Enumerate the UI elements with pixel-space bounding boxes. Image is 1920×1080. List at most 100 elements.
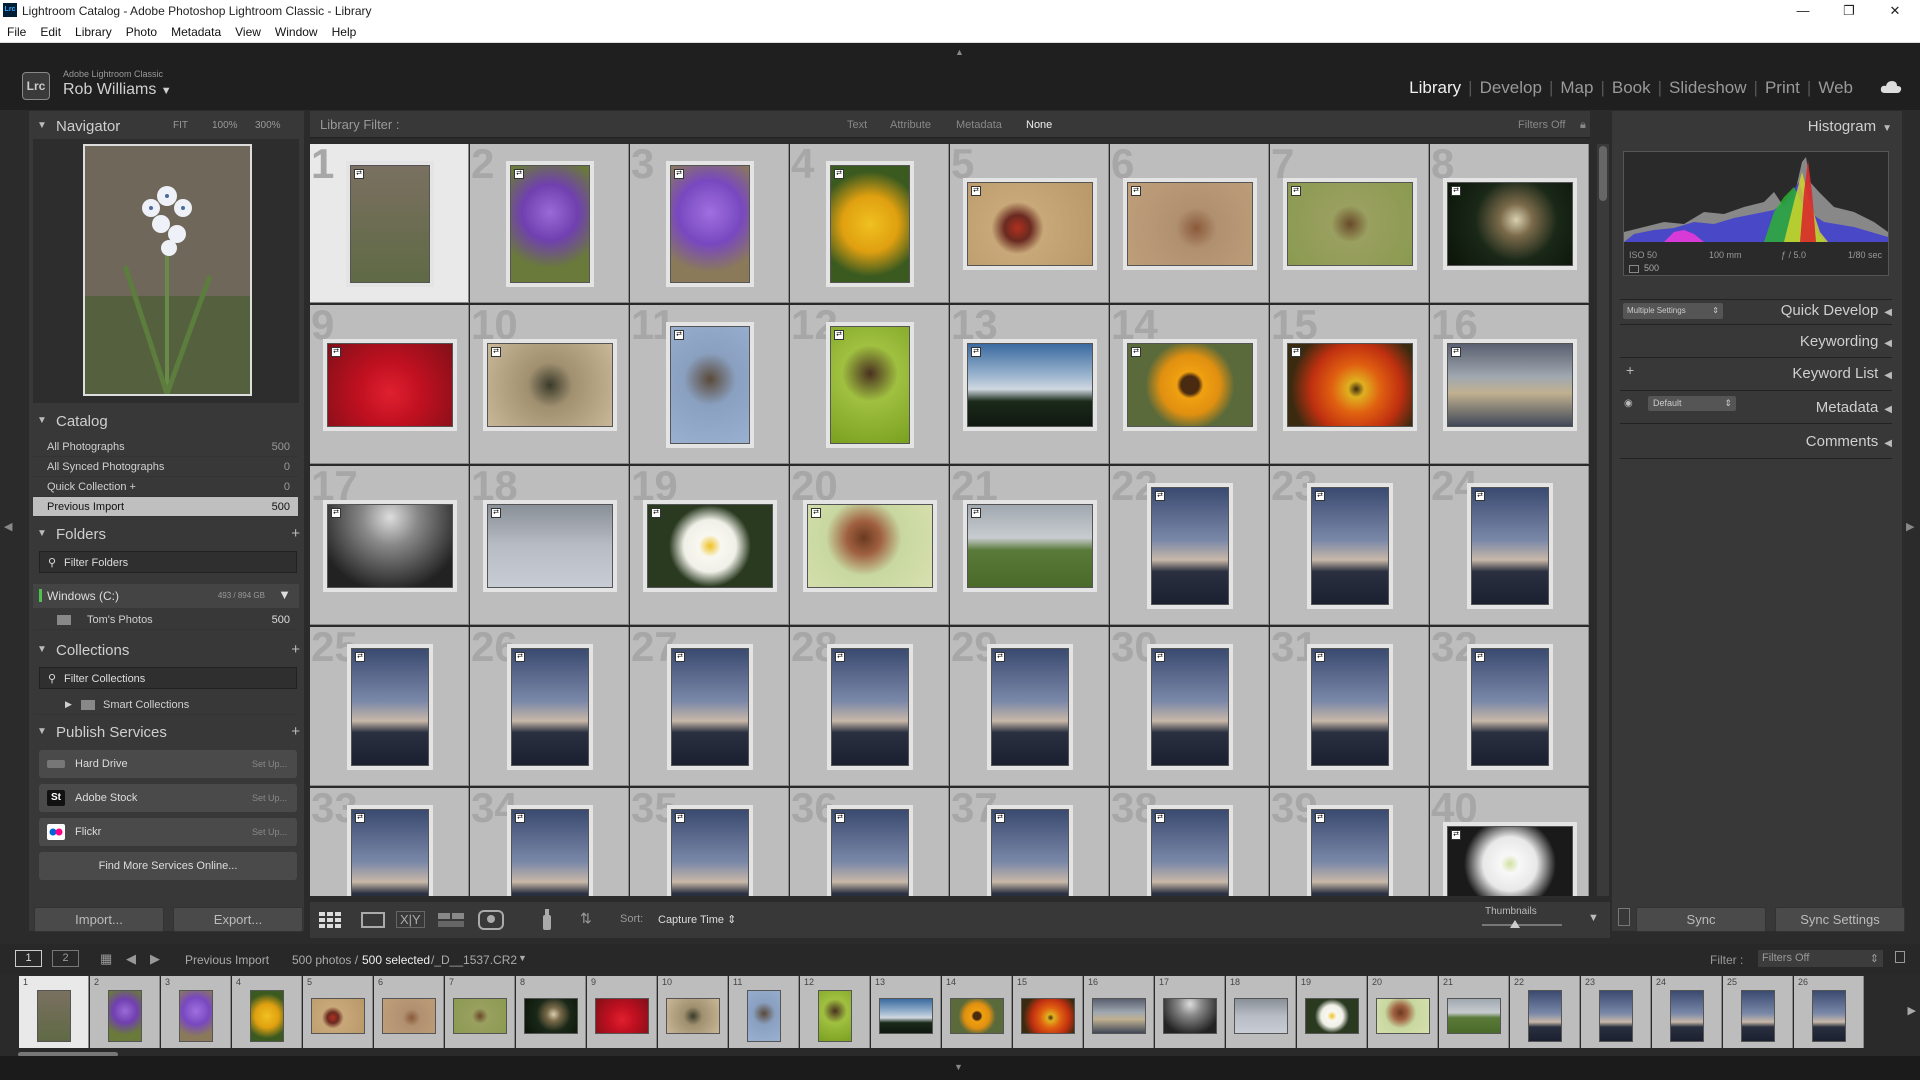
filmstrip-cell[interactable]: 24	[1652, 976, 1722, 1048]
right-panel-toggle-icon[interactable]: ▶	[1906, 520, 1914, 533]
menu-library[interactable]: Library	[68, 22, 119, 39]
filmstrip-thumbnail[interactable]	[1447, 998, 1501, 1034]
thumbnail-image[interactable]	[487, 343, 613, 427]
menu-window[interactable]: Window	[268, 22, 325, 39]
grid-cell[interactable]: 11 ⇄	[630, 305, 789, 464]
grid-cell[interactable]: 18 ⇄	[470, 466, 629, 625]
navigator-header[interactable]: ▼ Navigator FIT 100% 300%	[29, 114, 304, 140]
folders-header[interactable]: ▼ Folders +	[29, 522, 304, 548]
menu-edit[interactable]: Edit	[33, 22, 68, 39]
lock-icon[interactable]: 🔒︎	[1580, 119, 1586, 132]
thumbnail-image[interactable]	[327, 504, 453, 588]
auto-sync-switch[interactable]	[1618, 908, 1630, 926]
thumbnail-image[interactable]	[1127, 343, 1253, 427]
grid-cell[interactable]: 37 ⇄	[950, 788, 1109, 896]
folder-row[interactable]: Tom's Photos 500	[33, 610, 298, 630]
navigator-preview[interactable]	[83, 144, 252, 396]
thumbnail-image[interactable]	[510, 165, 590, 283]
filter-folders-field[interactable]: ⚲ Filter Folders	[39, 551, 297, 573]
module-book[interactable]: Book	[1605, 78, 1658, 97]
filter-none-tab[interactable]: None	[1026, 119, 1052, 131]
filmstrip-cell[interactable]: 7	[445, 976, 515, 1048]
filmstrip-filter-select[interactable]: Filters Off ⇕	[1758, 950, 1883, 967]
sync-button[interactable]: Sync	[1636, 907, 1766, 932]
filmstrip-cell[interactable]: 10	[658, 976, 728, 1048]
module-web[interactable]: Web	[1811, 78, 1860, 97]
publish-services-header[interactable]: ▼ Publish Services +	[29, 720, 304, 746]
filmstrip-cell[interactable]: 14	[942, 976, 1012, 1048]
compare-view-icon[interactable]: X|Y	[396, 911, 425, 928]
disclosure-triangle-icon[interactable]: ▶	[65, 699, 72, 710]
catalog-header[interactable]: ▼ Catalog	[29, 409, 304, 435]
thumbnail-image[interactable]	[967, 343, 1093, 427]
grid-cell[interactable]: 6 ⇄	[1110, 144, 1269, 303]
grid-cell[interactable]: 25 ⇄	[310, 627, 469, 786]
filter-metadata-tab[interactable]: Metadata	[956, 119, 1002, 131]
smart-collections-row[interactable]: ▶ Smart Collections	[33, 695, 298, 715]
filmstrip-cell[interactable]: 8	[516, 976, 586, 1048]
filmstrip-thumbnail[interactable]	[879, 998, 933, 1034]
grid-cell[interactable]: 15 ⇄	[1270, 305, 1429, 464]
catalog-item-selected[interactable]: Previous Import 500	[33, 497, 298, 517]
identity-user[interactable]: Rob Williams ▼	[63, 81, 172, 99]
grid-cell[interactable]: 19 ⇄	[630, 466, 789, 625]
restore-icon[interactable]: ❐	[1826, 0, 1872, 22]
slider-handle[interactable]	[1510, 920, 1520, 928]
left-panel-toggle-icon[interactable]: ◀	[4, 520, 12, 533]
menu-file[interactable]: File	[0, 22, 33, 39]
filmstrip-thumbnail[interactable]	[250, 990, 284, 1042]
filmstrip-thumbnail[interactable]	[1163, 998, 1217, 1034]
module-slideshow[interactable]: Slideshow	[1662, 78, 1754, 97]
saved-preset-select[interactable]: Multiple Settings ⇕	[1623, 303, 1723, 319]
filmstrip-thumbnail[interactable]	[818, 990, 852, 1042]
loupe-view-icon[interactable]	[360, 911, 388, 929]
publish-hard-drive[interactable]: Hard Drive Set Up...	[39, 750, 297, 778]
zoom-300[interactable]: 300%	[255, 120, 281, 131]
filmstrip-thumbnail[interactable]	[1376, 998, 1430, 1034]
filmstrip-cell[interactable]: 22	[1510, 976, 1580, 1048]
grid-cell[interactable]: 20 ⇄	[790, 466, 949, 625]
grid-cell[interactable]: 30 ⇄	[1110, 627, 1269, 786]
filter-attribute-tab[interactable]: Attribute	[890, 119, 931, 131]
zoom-fit[interactable]: FIT	[173, 120, 188, 131]
thumbnail-image[interactable]	[487, 504, 613, 588]
zoom-100[interactable]: 100%	[212, 120, 238, 131]
add-collection-icon[interactable]: +	[291, 641, 300, 658]
menu-metadata[interactable]: Metadata	[164, 22, 228, 39]
filmstrip-cell[interactable]: 4	[232, 976, 302, 1048]
publish-adobe-stock[interactable]: St Adobe Stock Set Up...	[39, 784, 297, 812]
filmstrip-thumbnail[interactable]	[1812, 990, 1846, 1042]
filmstrip-cell[interactable]: 15	[1013, 976, 1083, 1048]
forward-arrow-icon[interactable]: ▶	[150, 951, 160, 967]
grid-cell[interactable]: 38 ⇄	[1110, 788, 1269, 896]
filmstrip-thumbnail[interactable]	[666, 998, 720, 1034]
filmstrip-thumbnail[interactable]	[453, 998, 507, 1034]
chevron-down-icon[interactable]: ▼	[518, 953, 527, 963]
thumbnail-image[interactable]	[671, 648, 749, 766]
grid-cell[interactable]: 10 ⇄	[470, 305, 629, 464]
filmstrip[interactable]: 1 2 3 4 5 6 7 8 9 10 11 12 13 14 15 16 17 18 19 20 21 22 23 24 2…	[0, 974, 1920, 1056]
thumbnail-image[interactable]	[1151, 648, 1229, 766]
menu-photo[interactable]: Photo	[119, 22, 164, 39]
filmstrip-thumbnail[interactable]	[179, 990, 213, 1042]
grid-view-icon[interactable]: ▦	[100, 951, 112, 967]
grid-cell[interactable]: 36 ⇄	[790, 788, 949, 896]
catalog-item[interactable]: All Photographs 500	[33, 437, 298, 457]
grid-cell[interactable]: 33 ⇄	[310, 788, 469, 896]
thumbnail-image[interactable]	[1447, 182, 1573, 266]
comments-header[interactable]: Comments ◀	[1806, 433, 1892, 450]
export-button[interactable]: Export...	[173, 907, 303, 932]
survey-view-icon[interactable]	[437, 911, 467, 929]
filmstrip-cell[interactable]: 26	[1794, 976, 1864, 1048]
filmstrip-cell[interactable]: 13	[871, 976, 941, 1048]
grid-view-icon[interactable]	[318, 911, 348, 929]
grid-cell[interactable]: 5 ⇄	[950, 144, 1109, 303]
filmstrip-cell[interactable]: 12	[800, 976, 870, 1048]
grid-cell[interactable]: 2 ⇄	[470, 144, 629, 303]
filmstrip-cell[interactable]: 19	[1297, 976, 1367, 1048]
filmstrip-cell[interactable]: 18	[1226, 976, 1296, 1048]
filmstrip-thumbnail[interactable]	[1670, 990, 1704, 1042]
grid-scrollbar[interactable]	[1597, 144, 1609, 896]
add-keyword-icon[interactable]: +	[1626, 362, 1634, 378]
filmstrip-thumbnail[interactable]	[1021, 998, 1075, 1034]
